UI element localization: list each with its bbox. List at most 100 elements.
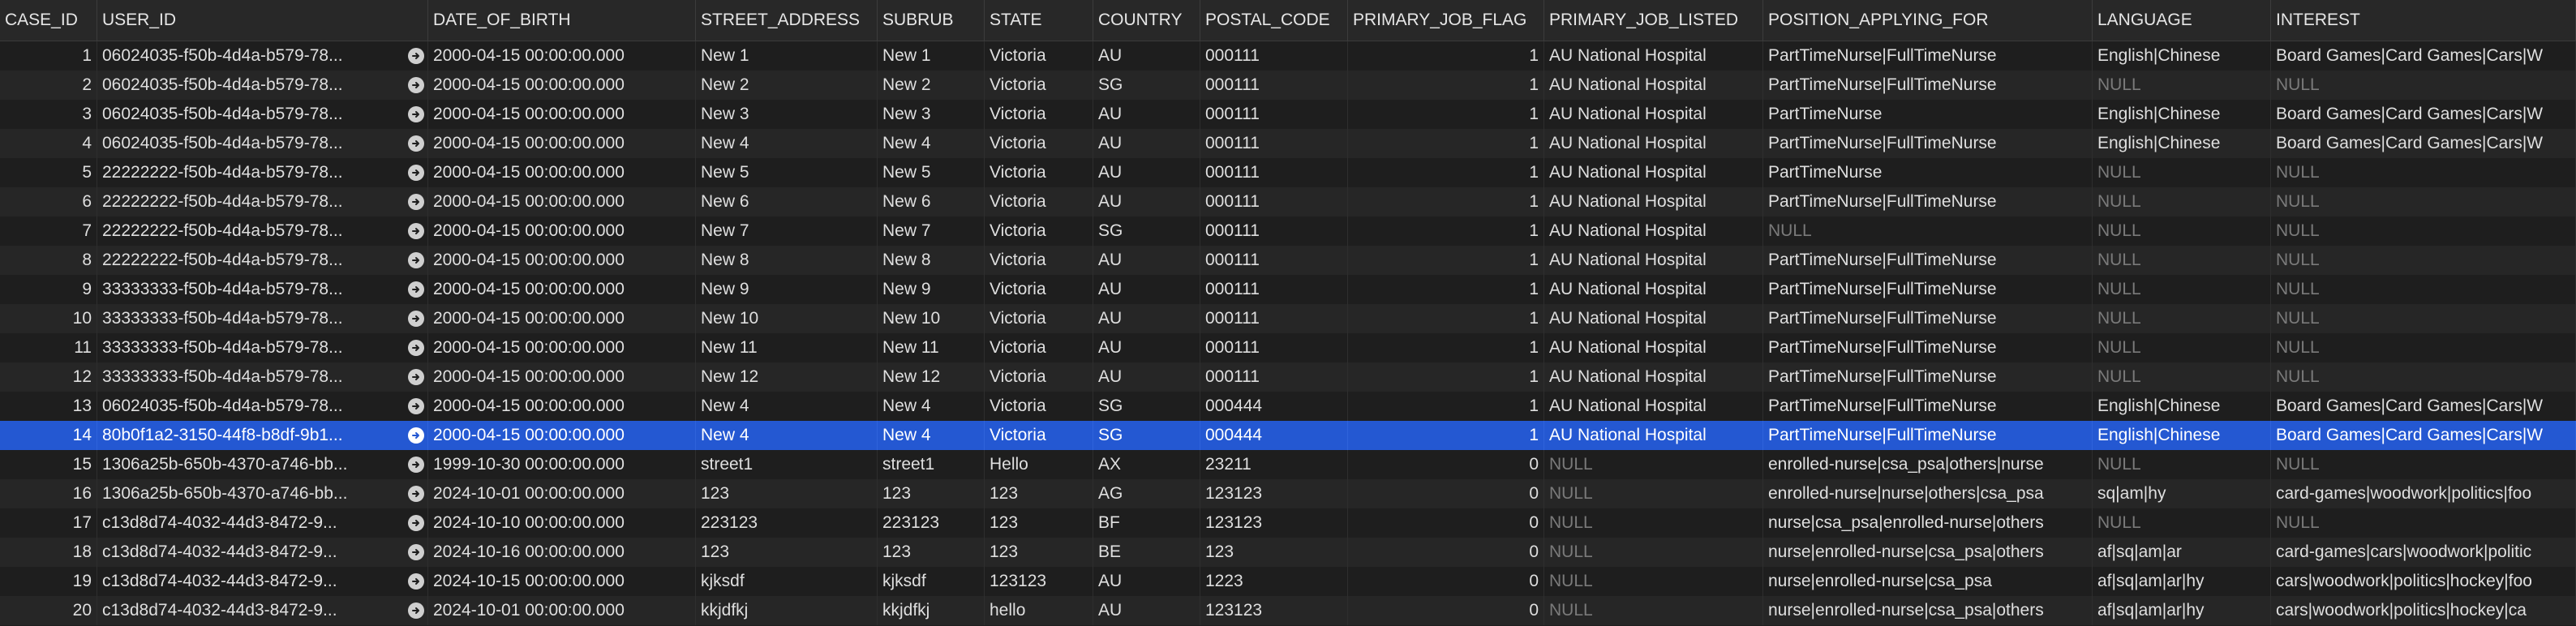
cell-subrub[interactable]: 123 [878,479,985,508]
cell-position-applying-for[interactable]: PartTimeNurse|FullTimeNurse [1763,41,2093,71]
cell-interest[interactable]: NULL [2271,304,2576,333]
cell-case-id[interactable]: 16 [0,479,97,508]
cell-state[interactable]: 123 [985,508,1093,538]
cell-subrub[interactable]: New 4 [878,129,985,158]
cell-language[interactable]: NULL [2093,362,2271,392]
cell-case-id[interactable]: 3 [0,100,97,129]
cell-primary-job-listed[interactable]: AU National Hospital [1544,217,1763,246]
cell-date-of-birth[interactable]: 2000-04-15 00:00:00.000 [428,129,696,158]
column-header-primary-job-listed[interactable]: PRIMARY_JOB_LISTED [1544,0,1763,41]
cell-country[interactable]: AU [1093,246,1200,275]
column-header-case-id[interactable]: CASE_ID [0,0,97,41]
cell-date-of-birth[interactable]: 2024-10-01 00:00:00.000 [428,596,696,625]
table-row[interactable]: 20 c13d8d74-4032-44d3-8472-9... 2024-10-01… [0,596,2576,625]
cell-case-id[interactable]: 10 [0,304,97,333]
cell-primary-job-listed[interactable]: AU National Hospital [1544,392,1763,421]
cell-country[interactable]: AU [1093,129,1200,158]
cell-language[interactable]: NULL [2093,275,2271,304]
cell-interest[interactable]: Board Games|Card Games|Cars|W [2271,421,2576,450]
cell-subrub[interactable]: New 5 [878,158,985,187]
cell-position-applying-for[interactable]: enrolled-nurse|nurse|others|csa_psa [1763,479,2093,508]
cell-country[interactable]: AG [1093,479,1200,508]
cell-primary-job-listed[interactable]: AU National Hospital [1544,41,1763,71]
cell-street-address[interactable]: New 1 [696,41,878,71]
cell-user-id[interactable]: 33333333-f50b-4d4a-b579-78... [97,333,428,362]
cell-primary-job-flag[interactable]: 1 [1348,187,1544,217]
column-header-date-of-birth[interactable]: DATE_OF_BIRTH [428,0,696,41]
cell-primary-job-flag[interactable]: 1 [1348,304,1544,333]
cell-subrub[interactable]: New 7 [878,217,985,246]
table-row[interactable]: 7 22222222-f50b-4d4a-b579-78... 2000-04-15… [0,217,2576,246]
cell-postal-code[interactable]: 000111 [1200,187,1348,217]
cell-state[interactable]: Victoria [985,304,1093,333]
cell-language[interactable]: NULL [2093,246,2271,275]
cell-primary-job-flag[interactable]: 1 [1348,41,1544,71]
cell-language[interactable]: NULL [2093,333,2271,362]
cell-primary-job-flag[interactable]: 1 [1348,362,1544,392]
cell-primary-job-listed[interactable]: AU National Hospital [1544,129,1763,158]
cell-date-of-birth[interactable]: 2000-04-15 00:00:00.000 [428,158,696,187]
cell-date-of-birth[interactable]: 2000-04-15 00:00:00.000 [428,275,696,304]
cell-postal-code[interactable]: 123123 [1200,508,1348,538]
table-row[interactable]: 19 c13d8d74-4032-44d3-8472-9... 2024-10-15… [0,567,2576,596]
cell-state[interactable]: Victoria [985,100,1093,129]
column-header-street-address[interactable]: STREET_ADDRESS [696,0,878,41]
cell-postal-code[interactable]: 123123 [1200,479,1348,508]
cell-primary-job-flag[interactable]: 0 [1348,479,1544,508]
cell-street-address[interactable]: New 10 [696,304,878,333]
foreign-key-arrow-icon[interactable] [408,281,424,298]
cell-subrub[interactable]: 223123 [878,508,985,538]
cell-primary-job-flag[interactable]: 0 [1348,450,1544,479]
cell-language[interactable]: af|sq|am|ar|hy [2093,596,2271,625]
cell-primary-job-flag[interactable]: 1 [1348,71,1544,100]
cell-language[interactable]: English|Chinese [2093,41,2271,71]
table-row[interactable]: 10 33333333-f50b-4d4a-b579-78... 2000-04-1… [0,304,2576,333]
cell-date-of-birth[interactable]: 2000-04-15 00:00:00.000 [428,71,696,100]
cell-primary-job-flag[interactable]: 1 [1348,158,1544,187]
table-row[interactable]: 9 33333333-f50b-4d4a-b579-78... 2000-04-15… [0,275,2576,304]
cell-language[interactable]: af|sq|am|ar|hy [2093,567,2271,596]
cell-language[interactable]: English|Chinese [2093,100,2271,129]
cell-date-of-birth[interactable]: 2000-04-15 00:00:00.000 [428,246,696,275]
cell-primary-job-listed[interactable]: NULL [1544,596,1763,625]
cell-case-id[interactable]: 12 [0,362,97,392]
cell-postal-code[interactable]: 000111 [1200,275,1348,304]
foreign-key-arrow-icon[interactable] [408,457,424,473]
cell-street-address[interactable]: New 8 [696,246,878,275]
cell-primary-job-listed[interactable]: NULL [1544,567,1763,596]
column-header-language[interactable]: LANGUAGE [2093,0,2271,41]
cell-country[interactable]: AU [1093,41,1200,71]
cell-primary-job-listed[interactable]: NULL [1544,508,1763,538]
foreign-key-arrow-icon[interactable] [408,135,424,152]
cell-state[interactable]: Victoria [985,421,1093,450]
cell-postal-code[interactable]: 000111 [1200,333,1348,362]
cell-interest[interactable]: Board Games|Card Games|Cars|W [2271,100,2576,129]
cell-language[interactable]: English|Chinese [2093,421,2271,450]
cell-street-address[interactable]: New 5 [696,158,878,187]
cell-country[interactable]: SG [1093,217,1200,246]
cell-interest[interactable]: NULL [2271,333,2576,362]
cell-primary-job-listed[interactable]: AU National Hospital [1544,71,1763,100]
cell-street-address[interactable]: New 6 [696,187,878,217]
cell-country[interactable]: AU [1093,596,1200,625]
cell-primary-job-listed[interactable]: NULL [1544,538,1763,567]
cell-primary-job-listed[interactable]: AU National Hospital [1544,275,1763,304]
cell-position-applying-for[interactable]: PartTimeNurse|FullTimeNurse [1763,333,2093,362]
cell-street-address[interactable]: kkjdfkj [696,596,878,625]
cell-postal-code[interactable]: 000444 [1200,421,1348,450]
cell-subrub[interactable]: 123 [878,538,985,567]
cell-date-of-birth[interactable]: 2024-10-10 00:00:00.000 [428,508,696,538]
cell-subrub[interactable]: kjksdf [878,567,985,596]
cell-subrub[interactable]: New 11 [878,333,985,362]
cell-interest[interactable]: NULL [2271,362,2576,392]
cell-case-id[interactable]: 19 [0,567,97,596]
cell-interest[interactable]: Board Games|Card Games|Cars|W [2271,392,2576,421]
table-row[interactable]: 15 1306a25b-650b-4370-a746-bb... 1999-10-3… [0,450,2576,479]
cell-primary-job-listed[interactable]: NULL [1544,479,1763,508]
cell-street-address[interactable]: New 7 [696,217,878,246]
cell-position-applying-for[interactable]: PartTimeNurse|FullTimeNurse [1763,129,2093,158]
column-header-user-id[interactable]: USER_ID [97,0,428,41]
cell-interest[interactable]: card-games|woodwork|politics|foo [2271,479,2576,508]
cell-user-id[interactable]: 06024035-f50b-4d4a-b579-78... [97,129,428,158]
cell-country[interactable]: BE [1093,538,1200,567]
